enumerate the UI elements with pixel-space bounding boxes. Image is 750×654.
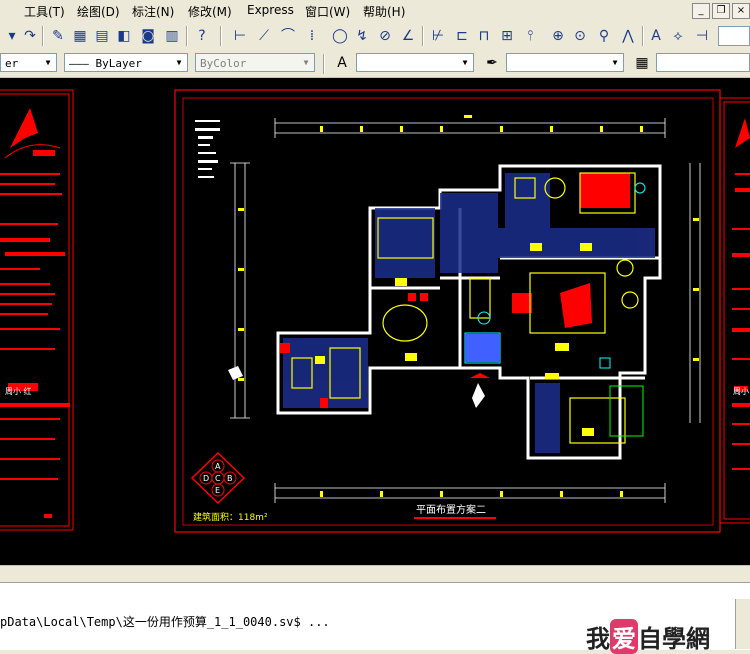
dim-diameter-icon[interactable]: ⊘ [375,26,395,46]
chevron-down-icon[interactable]: ▼ [300,57,312,69]
standard-toolbar: ▾ ↷ ✎ ▦ ▤ ◧ ◙ ▥ ? ⊢ ⟋ ⌒ ⁞ ◯ ↯ ⊘ ∠ ⊬ ⊏ ⊓ … [0,22,750,51]
quick-dim-icon[interactable]: ⊬ [428,26,448,46]
compass-letter: C [215,474,221,483]
dim-update-icon[interactable]: ⊣ [692,26,712,46]
tile-areas [283,173,655,453]
drawing-canvas[interactable]: A B E D C 建筑面积：118m² 平面布置方案二 周小 红 周小 [0,78,750,565]
menu-tools[interactable]: 工具(T) [24,3,65,20]
center-mark-icon[interactable]: ⊙ [570,26,590,46]
dim-arc-icon[interactable]: ⌒ [278,26,298,46]
table-style-combo[interactable] [656,53,750,72]
dimension-style-icon[interactable]: ✒ [482,53,502,73]
compass-letter: B [227,474,233,483]
dim-baseline-icon[interactable]: ⊏ [452,26,472,46]
left-title-block [0,89,74,531]
floor-plan-drawing: A B E D C 建筑面积：118m² 平面布置方案二 周小 红 周小 [0,89,750,533]
dim-continue-icon[interactable]: ⊓ [474,26,494,46]
dim-jogged-icon[interactable]: ↯ [352,26,372,46]
dim-style-combo[interactable] [718,26,750,46]
dim-ordinate-icon[interactable]: ⁞ [302,26,322,46]
hand-cursor-icon [228,366,243,380]
area-label: 建筑面积：118m² [193,511,268,523]
compass-letter: E [215,486,220,495]
chevron-down-icon[interactable]: ▼ [173,57,185,69]
right-title-block [719,97,750,524]
design-center-icon[interactable]: ▤ [92,26,112,46]
selection-box [609,385,644,437]
compass-letter: A [215,462,221,471]
layer-value: er [5,57,19,70]
close-icon[interactable]: × [732,3,750,19]
properties-toolbar: er ▼ ——— ByLayer ▼ ByColor ▼ A ▼ ✒ ▼ ▦ [0,50,750,78]
command-scrollbar[interactable] [735,599,750,649]
help-icon[interactable]: ? [192,26,212,46]
menu-modify[interactable]: 修改(M) [188,3,232,20]
tool-palette-icon[interactable]: ◧ [114,26,134,46]
toolbar-separator [323,54,325,74]
compass-rose: A B E D C [190,451,246,505]
tolerance-icon[interactable]: ⊕ [548,26,568,46]
toolbar-separator [186,26,188,46]
dimension-style-combo[interactable]: ▼ [506,53,624,72]
match-properties-icon[interactable]: ✎ [48,26,68,46]
linetype-combo[interactable]: ——— ByLayer ▼ [64,53,188,72]
menu-bar: 工具(T) 绘图(D) 标注(N) 修改(M) Express 窗口(W) 帮助… [0,0,750,23]
dim-angular-icon[interactable]: ∠ [398,26,418,46]
text-style-icon[interactable]: A [332,53,352,73]
left-panel-name: 周小 红 [5,386,32,396]
dim-linear-icon[interactable]: ⊢ [230,26,250,46]
toolbar-separator [42,26,44,46]
compass-letter: D [203,474,209,483]
properties-icon[interactable]: ▦ [70,26,90,46]
command-window[interactable]: pData\Local\Temp\这一份用作预算_1_1_0040.sv$ ..… [0,582,750,654]
chevron-down-icon[interactable]: ▼ [459,57,471,69]
sheet-border [174,89,721,533]
horizontal-scrollbar[interactable] [0,565,750,582]
table-style-icon[interactable]: ▦ [632,53,652,73]
calculator-icon[interactable]: ▥ [162,26,182,46]
right-panel-name: 周小 [733,387,749,396]
menu-draw[interactable]: 绘图(D) [77,3,120,20]
north-arrow [470,373,490,408]
chevron-down-icon[interactable]: ▼ [42,57,54,69]
dimension-ticks [238,115,699,497]
chevron-down-icon[interactable]: ▼ [609,57,621,69]
toolbar-separator [422,26,424,46]
layer-combo[interactable]: er ▼ [0,53,57,72]
dim-aligned-icon[interactable]: ⟋ [254,26,274,46]
markup-icon[interactable]: ◙ [138,26,158,46]
restore-icon[interactable]: ❐ [712,3,730,19]
jogged-linear-icon[interactable]: ⋀ [618,26,638,46]
dim-space-icon[interactable]: ⊞ [497,26,517,46]
toolbar-separator [220,26,222,46]
menu-express[interactable]: Express [247,3,294,17]
inspect-icon[interactable]: ⚲ [594,26,614,46]
minimize-icon[interactable]: _ [692,3,710,19]
redo-icon[interactable]: ↷ [20,26,40,46]
menu-dimension[interactable]: 标注(N) [132,3,174,20]
toolbar-separator [642,26,644,46]
dim-break-icon[interactable]: ⫯ [520,26,540,46]
text-style-combo[interactable]: ▼ [356,53,474,72]
open-icon[interactable]: ▾ [2,26,22,46]
stair-block [465,334,500,362]
linetype-value: ——— ByLayer [69,57,142,70]
dim-text-edit-icon[interactable]: ⟡ [668,26,688,46]
dim-edit-icon[interactable]: A [646,26,666,46]
plan-title: 平面布置方案二 [416,503,486,516]
menu-help[interactable]: 帮助(H) [363,3,405,20]
legend-list [195,120,220,178]
menu-window[interactable]: 窗口(W) [305,3,350,20]
command-history-line: pData\Local\Temp\这一份用作预算_1_1_0040.sv$ ..… [0,615,330,629]
color-combo[interactable]: ByColor ▼ [195,53,315,72]
color-value: ByColor [200,57,247,70]
dim-radius-icon[interactable]: ◯ [330,26,350,46]
